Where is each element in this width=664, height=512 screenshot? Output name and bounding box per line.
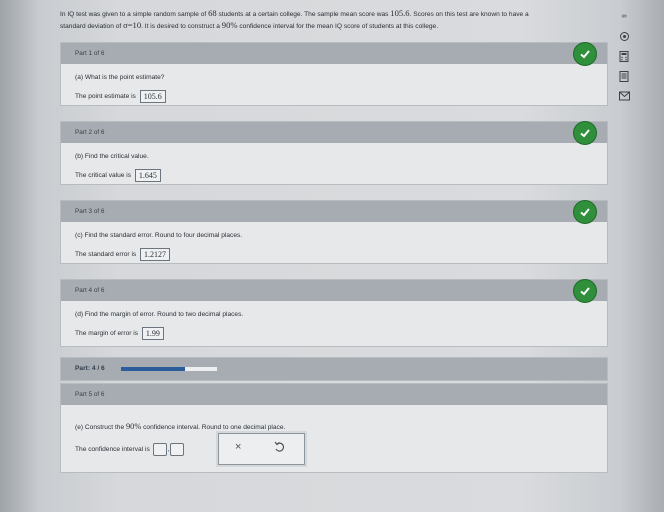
part-3-question: (c) Find the standard error. Round to fo… [75, 232, 243, 239]
infinity-icon[interactable]: ∞ [618, 10, 630, 22]
part-5-title: Part 5 of 6 [75, 391, 105, 398]
part-4-answer-label: The margin of error is [75, 330, 139, 337]
mail-icon[interactable] [618, 90, 630, 102]
check-icon [573, 121, 597, 145]
check-icon [573, 200, 597, 224]
problem-text: standard deviation of [60, 23, 124, 30]
part-3-answer-label: The standard error is [75, 251, 137, 258]
problem-statement: In IQ test was given to a simple random … [60, 8, 605, 32]
sample-size: 68 [208, 8, 217, 18]
check-icon [573, 42, 597, 66]
progress-bar-fill [121, 367, 185, 371]
part-1-answer-label: The point estimate is [75, 93, 136, 100]
part-1-title: Part 1 of 6 [75, 50, 105, 57]
part-3-panel: Part 3 of 6 (c) Find the standard error.… [60, 200, 608, 264]
margin-of-error-answer[interactable]: 1.99 [141, 326, 164, 340]
problem-text: In IQ test was given to a simple random … [60, 11, 209, 18]
problem-text: confidence interval for the mean IQ scor… [237, 23, 439, 30]
progress-label: Part: 4 / 6 [75, 365, 105, 372]
part-3-title: Part 3 of 6 [75, 208, 105, 215]
part-4-panel: Part 4 of 6 (d) Find the margin of error… [60, 279, 608, 347]
part-4-header: Part 4 of 6 [61, 280, 607, 301]
part-2-panel: Part 2 of 6 (b) Find the critical value.… [60, 121, 608, 185]
part-5-question: (e) Construct the 90% confidence interva… [75, 419, 607, 435]
check-icon [573, 279, 597, 303]
part-5-header: Part 5 of 6 [61, 384, 607, 405]
part-3-header: Part 3 of 6 [61, 201, 607, 222]
gear-icon[interactable] [618, 30, 630, 42]
ci-upper-input[interactable] [170, 442, 185, 456]
point-estimate-answer[interactable]: 105.6 [139, 89, 166, 103]
clear-button[interactable]: × [235, 441, 241, 453]
critical-value-answer[interactable]: 1.645 [134, 168, 161, 182]
confidence-level: 90% [221, 20, 238, 30]
part-2-title: Part 2 of 6 [75, 129, 105, 136]
book-icon[interactable] [618, 70, 630, 82]
undo-icon[interactable] [274, 440, 285, 458]
sample-mean: 105.6 [390, 8, 410, 18]
progress-row: Part: 4 / 6 [60, 357, 608, 381]
right-sidebar: ∞ [614, 10, 634, 110]
progress-bar [121, 367, 217, 371]
screen: In IQ test was given to a simple random … [0, 0, 664, 512]
problem-text: students at a certain college. The sampl… [216, 11, 391, 18]
part-2-header: Part 2 of 6 [61, 122, 607, 143]
part-5-panel: Part 5 of 6 (e) Construct the 90% confid… [60, 383, 608, 473]
ci-lower-input[interactable] [152, 442, 167, 456]
part-1-panel: Part 1 of 6 (a) What is the point estima… [60, 42, 608, 106]
part-4-title: Part 4 of 6 [75, 287, 105, 294]
answer-actions: × [218, 433, 305, 465]
part-1-question: (a) What is the point estimate? [75, 74, 165, 81]
part-4-question: (d) Find the margin of error. Round to t… [75, 311, 244, 318]
part-1-header: Part 1 of 6 [61, 43, 607, 64]
problem-text: . Scores on this test are known to have … [409, 11, 529, 18]
comma-separator: , [167, 446, 170, 453]
confidence-level: 90% [125, 422, 142, 431]
question-text: (e) Construct the [75, 424, 126, 431]
calculator-icon[interactable] [618, 50, 630, 62]
part-2-answer-label: The critical value is [75, 172, 132, 179]
sigma-value: σ=10 [123, 20, 142, 30]
content-area: In IQ test was given to a simple random … [0, 0, 664, 512]
part-5-answer-label: The confidence interval is [75, 446, 150, 453]
part-2-question: (b) Find the critical value. [75, 153, 149, 160]
standard-error-answer[interactable]: 1.2127 [140, 247, 171, 261]
question-text: confidence interval. Round to one decima… [141, 424, 286, 431]
problem-text: . It is desired to construct a [141, 23, 222, 30]
